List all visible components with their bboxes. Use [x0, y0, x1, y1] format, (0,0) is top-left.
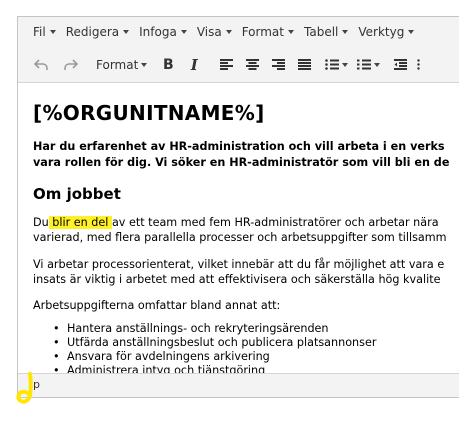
chevron-down-icon	[141, 62, 148, 67]
align-right-button[interactable]	[265, 51, 291, 79]
paragraph-tasks-intro: Arbetsuppgifterna omfattar bland annat a…	[33, 299, 281, 312]
numbered-list-icon	[356, 59, 371, 70]
paragraph-team: Du blir en del av ett team med fem HR-ad…	[33, 215, 459, 245]
chevron-down-icon	[342, 30, 349, 34]
task-list: Hantera anställnings- och rekryteringsär…	[33, 322, 459, 373]
lead-line-1: Har du erfarenhet av HR-administration o…	[33, 140, 445, 153]
chevron-down-icon	[123, 30, 130, 34]
toolbar-overflow[interactable]	[413, 51, 423, 79]
chevron-down-icon	[180, 30, 187, 34]
align-justify-button[interactable]	[291, 51, 317, 79]
paragraph-process-line-1: Vi arbetar processorienterat, vilket inn…	[33, 258, 445, 271]
lead-paragraph: Har du erfarenhet av HR-administration o…	[33, 139, 459, 171]
status-bar: p	[18, 373, 459, 397]
menu-insert-label: Infoga	[139, 25, 177, 39]
menu-edit[interactable]: Redigera	[65, 25, 130, 39]
chevron-down-icon	[408, 30, 415, 34]
bold-button[interactable]: B	[155, 51, 181, 79]
menu-table-label: Tabell	[304, 25, 339, 39]
chevron-down-icon	[288, 30, 294, 34]
undo-button[interactable]	[26, 51, 56, 79]
format-dropdown[interactable]: Format	[90, 51, 153, 79]
list-item: Administrera intyg och tjänstgöring	[53, 364, 459, 373]
outdent-button[interactable]	[387, 51, 413, 79]
menu-file-label: Fil	[33, 25, 46, 39]
format-dropdown-label: Format	[96, 57, 139, 72]
toolbar: Format B I	[18, 47, 459, 83]
paragraph-team-line-2: varierad, med flera parallella processer…	[33, 231, 447, 244]
menu-edit-label: Redigera	[65, 25, 120, 39]
chevron-down-icon	[341, 62, 348, 67]
paragraph-team-rest: av ett team med fem HR-administratörer o…	[111, 216, 439, 229]
highlighted-text: blir en del	[48, 216, 112, 229]
list-item: Utfärda anställningsbeslut och publicera…	[53, 336, 459, 350]
menu-file[interactable]: Fil	[33, 25, 56, 39]
menu-insert[interactable]: Infoga	[139, 25, 187, 39]
menu-view-label: Visa	[196, 25, 222, 39]
section-heading: Om jobbet	[33, 185, 121, 203]
menubar: Fil Redigera Infoga Visa Format Tabell V…	[18, 17, 459, 47]
menu-format-label: Format	[241, 25, 284, 39]
align-center-button[interactable]	[239, 51, 265, 79]
align-justify-icon	[297, 59, 311, 70]
list-item: Ansvara för avdelningens arkivering	[53, 350, 459, 364]
document-title: [%ORGUNITNAME%]	[33, 101, 265, 125]
more-icon	[417, 59, 420, 70]
bullet-list-button[interactable]	[321, 51, 351, 79]
align-center-icon	[245, 59, 259, 70]
chevron-down-icon	[373, 62, 380, 67]
align-right-icon	[271, 59, 285, 70]
paragraph-process: Vi arbetar processorienterat, vilket inn…	[33, 257, 459, 287]
menu-view[interactable]: Visa	[197, 25, 232, 39]
list-item: Hantera anställnings- och rekryteringsär…	[53, 322, 459, 336]
lead-line-2: vara rollen för dig. Vi söker en HR-admi…	[33, 156, 450, 169]
rich-text-editor: Fil Redigera Infoga Visa Format Tabell V…	[17, 16, 459, 398]
paragraph-team-start: Du	[33, 216, 49, 229]
bullet-list-icon	[324, 59, 339, 70]
redo-button[interactable]	[56, 51, 86, 79]
chevron-down-icon	[49, 30, 56, 34]
chevron-down-icon	[225, 30, 232, 34]
handwritten-annotation	[16, 372, 33, 404]
menu-format[interactable]: Format	[242, 25, 294, 39]
undo-icon	[34, 58, 48, 70]
numbered-list-button[interactable]	[353, 51, 383, 79]
editor-content[interactable]: [%ORGUNITNAME%] Har du erfarenhet av HR-…	[18, 83, 459, 373]
outdent-icon	[393, 59, 407, 70]
align-left-icon	[219, 59, 233, 70]
menu-tools-label: Verktyg	[358, 25, 405, 39]
align-left-button[interactable]	[213, 51, 239, 79]
menu-tools[interactable]: Verktyg	[358, 25, 415, 39]
redo-icon	[64, 58, 78, 70]
italic-button[interactable]: I	[181, 51, 207, 79]
menu-table[interactable]: Tabell	[304, 25, 349, 39]
paragraph-process-line-2: insats är viktig i arbetet med att effek…	[33, 273, 441, 286]
